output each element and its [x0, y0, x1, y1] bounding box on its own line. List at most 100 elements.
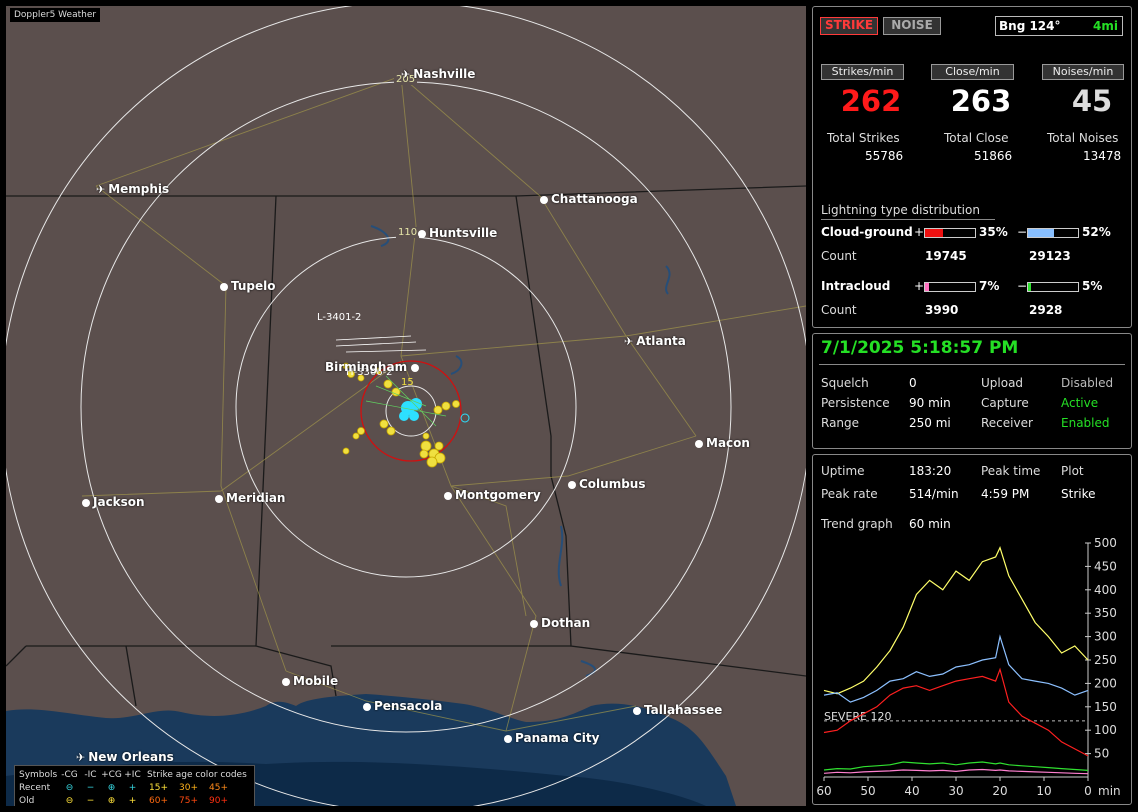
strikes-per-min-header: Strikes/min: [821, 64, 904, 80]
city-label: Dothan: [530, 616, 590, 630]
total-close-label: Total Close: [944, 131, 1009, 145]
city-dot-icon: [282, 678, 290, 686]
x-tick-label: 60: [816, 784, 831, 798]
city-dot-icon: [418, 230, 426, 238]
peak-time-value: 4:59 PM: [981, 487, 1030, 501]
city-label: Chattanooga: [540, 192, 638, 206]
total-strikes-label: Total Strikes: [827, 131, 900, 145]
rivers: [370, 225, 671, 677]
city-name: Pensacola: [374, 699, 443, 713]
pos-ic-icon: +: [128, 795, 137, 806]
city-label: ✈ New Orleans: [76, 750, 174, 765]
city-dot-icon: [633, 707, 641, 715]
range-value: 250 mi: [909, 416, 951, 430]
y-tick-label: 500: [1094, 536, 1117, 550]
city-label: Jackson: [82, 495, 145, 509]
city-dot-icon: [504, 735, 512, 743]
x-tick-label: 20: [992, 784, 1007, 798]
status-panel: 7/1/2025 5:18:57 PM Squelch 0 Upload Dis…: [812, 333, 1132, 449]
y-tick-label: 250: [1094, 653, 1117, 667]
squelch-value: 0: [909, 376, 917, 390]
city-dot-icon: [82, 499, 90, 507]
legend-old-label: Old: [19, 795, 35, 806]
symbol-legend: Symbols -CG -IC +CG +IC Strike age color…: [14, 765, 255, 806]
city-dot-icon: [568, 481, 576, 489]
close-rate: 263: [950, 84, 1012, 118]
distance: 4mi: [1093, 19, 1118, 33]
city-name: Nashville: [413, 67, 476, 81]
pos-cg-icon: ⊕: [107, 782, 116, 793]
y-tick-label: 300: [1094, 630, 1117, 644]
x-tick-label: 10: [1036, 784, 1051, 798]
intracloud-label: Intracloud: [821, 279, 891, 293]
cloud-ground-label: Cloud-ground: [821, 225, 913, 239]
city-name: Tupelo: [231, 279, 276, 293]
cg-negative-pct: 52%: [1082, 225, 1111, 239]
city-dot-icon: [540, 196, 548, 204]
legend-recent-label: Recent: [19, 782, 51, 793]
neg-cg-icon: ⊖: [65, 795, 74, 806]
city-name: Meridian: [226, 491, 286, 505]
city-name: Tallahassee: [644, 703, 723, 717]
ic-positive-pct: 7%: [979, 279, 1000, 293]
plot-value[interactable]: Strike: [1061, 487, 1096, 501]
lightning-map[interactable]: Doppler5 Weather L-3401-2 H-3366-2 15 20…: [6, 6, 806, 806]
y-tick-label: 200: [1094, 676, 1117, 690]
city-name: Jackson: [93, 495, 145, 509]
city-name: Mobile: [293, 674, 339, 688]
city-name: Columbus: [579, 477, 646, 491]
cg-positive-count: 19745: [925, 249, 967, 263]
total-close: 51866: [974, 149, 1013, 163]
ic-count-label: Count: [821, 303, 857, 317]
city-name: Panama City: [515, 731, 600, 745]
total-strikes: 55786: [865, 149, 904, 163]
city-label: ✈ Memphis: [96, 182, 169, 197]
city-dot-icon: [363, 703, 371, 711]
divider: [821, 219, 995, 220]
cg-negative-count: 29123: [1029, 249, 1071, 263]
city-label: ✈ Atlanta: [624, 334, 686, 349]
bearing-display: Bng 124° 4mi: [995, 16, 1123, 36]
x-tick-label: 0: [1084, 784, 1092, 798]
city-dot-icon: [220, 283, 228, 291]
y-tick-label: 400: [1094, 583, 1117, 597]
x-tick-label: 40: [904, 784, 919, 798]
trend-range-value: 60 min: [909, 517, 951, 531]
city-label: Tallahassee: [633, 703, 722, 717]
city-dot-icon: [530, 620, 538, 628]
city-label: ✈ Nashville: [401, 67, 475, 82]
cg-positive-pct: 35%: [979, 225, 1008, 239]
capture-value: Active: [1061, 396, 1099, 410]
city-label: Birmingham: [325, 360, 422, 374]
ic-positive-count: 3990: [925, 303, 959, 317]
airport-icon: ✈: [96, 183, 106, 196]
y-tick-label: 450: [1094, 559, 1117, 573]
ic-negative-bar: [1027, 282, 1079, 292]
total-noises-label: Total Noises: [1047, 131, 1119, 145]
receiver-value: Enabled: [1061, 416, 1110, 430]
x-unit-label: min: [1098, 784, 1121, 798]
pos-cg-icon: ⊕: [107, 795, 116, 806]
close-per-min-header: Close/min: [931, 64, 1014, 80]
city-label: Panama City: [504, 731, 599, 745]
noises-per-min-header: Noises/min: [1042, 64, 1124, 80]
noise-button[interactable]: NOISE: [883, 17, 941, 35]
upload-value: Disabled: [1061, 376, 1114, 390]
strike-label: 15: [401, 377, 414, 388]
app-title: Doppler5 Weather: [10, 8, 101, 22]
pos-ic-icon: +: [128, 782, 137, 793]
trend-panel: Uptime 183:20 Peak time Plot Peak rate 5…: [812, 454, 1132, 805]
trend-series-line: [823, 546, 1089, 695]
strike-rate: 262: [840, 84, 902, 118]
city-name: Birmingham: [325, 360, 408, 374]
city-name: Montgomery: [455, 488, 541, 502]
strike-button[interactable]: STRIKE: [820, 17, 878, 35]
total-noises: 13478: [1083, 149, 1122, 163]
cg-positive-bar: [924, 228, 976, 238]
neg-ic-icon: −: [86, 782, 95, 793]
date-time: 7/1/2025 5:18:57 PM: [821, 338, 1019, 358]
uptime-value: 183:20: [909, 464, 952, 478]
trend-series-line: [823, 768, 1089, 775]
distribution-title: Lightning type distribution: [821, 203, 980, 217]
trend-series-line: [823, 761, 1089, 771]
